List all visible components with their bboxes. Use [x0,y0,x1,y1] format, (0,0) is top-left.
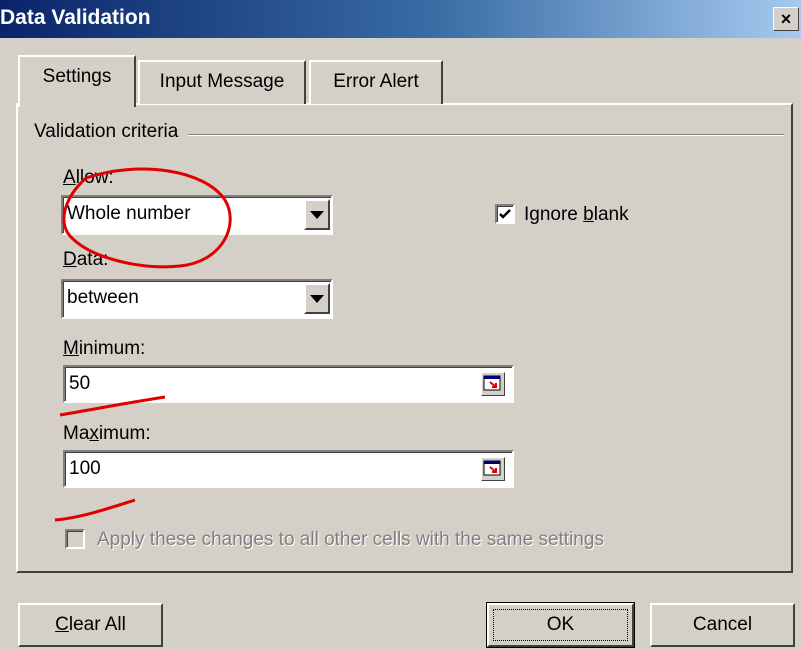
annotation-underline-minimum [59,395,166,417]
tab-settings[interactable]: Settings [18,55,136,107]
validation-criteria-label: Validation criteria [34,121,189,143]
annotation-underline-apply [54,498,136,522]
annotation-circle [62,167,232,269]
